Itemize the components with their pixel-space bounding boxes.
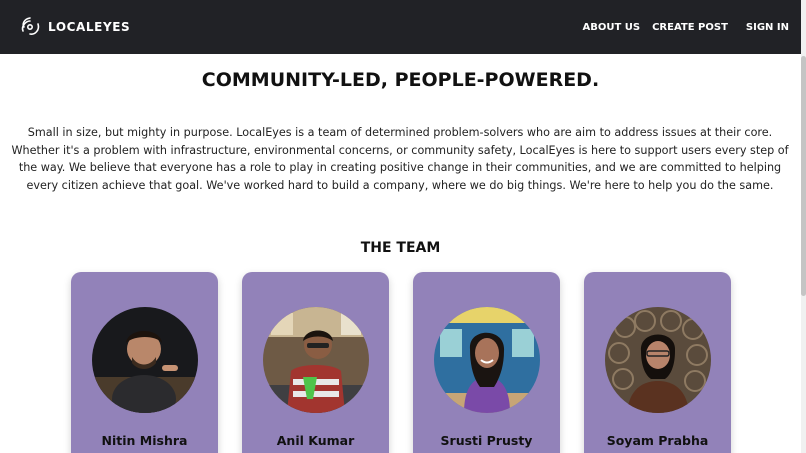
member-name: Soyam Prabha [606, 433, 709, 448]
team-section-title: THE TEAM [360, 240, 441, 256]
member-photo [434, 307, 540, 413]
person-photo-icon [263, 307, 369, 413]
member-photo [92, 307, 198, 413]
nav-about-us[interactable]: ABOUT US [582, 22, 640, 33]
person-photo-icon [434, 307, 540, 413]
top-navbar: LOCALEYES ABOUT US CREATE POST SIGN IN [0, 0, 801, 54]
intro-paragraph: Small in size, but mighty in purpose. Lo… [11, 126, 789, 192]
member-photo [263, 307, 369, 413]
brand-name: LOCALEYES [48, 20, 131, 34]
team-grid: Nitin Mishra Anil Kumar Srusti Prusty So… [71, 272, 733, 453]
team-card: Soyam Prabha [584, 272, 731, 453]
scrollbar-thumb[interactable] [801, 56, 806, 296]
nav-create-post[interactable]: CREATE POST [652, 22, 728, 33]
nav-links: ABOUT US CREATE POST SIGN IN [570, 22, 789, 33]
brand-logo[interactable]: LOCALEYES [18, 15, 130, 39]
person-photo-icon [92, 307, 198, 413]
team-card: Anil Kumar [242, 272, 389, 453]
page-scrollbar[interactable] [801, 0, 806, 453]
localeyes-logo-icon [21, 17, 40, 35]
page-headline: COMMUNITY-LED, PEOPLE-POWERED. [201, 69, 600, 91]
person-photo-icon [605, 307, 711, 413]
member-name: Nitin Mishra [101, 433, 188, 448]
member-name: Srusti Prusty [440, 433, 533, 448]
member-photo [605, 307, 711, 413]
team-card: Srusti Prusty [413, 272, 560, 453]
team-card: Nitin Mishra [71, 272, 218, 453]
nav-sign-in[interactable]: SIGN IN [746, 22, 789, 33]
member-name: Anil Kumar [276, 433, 355, 448]
